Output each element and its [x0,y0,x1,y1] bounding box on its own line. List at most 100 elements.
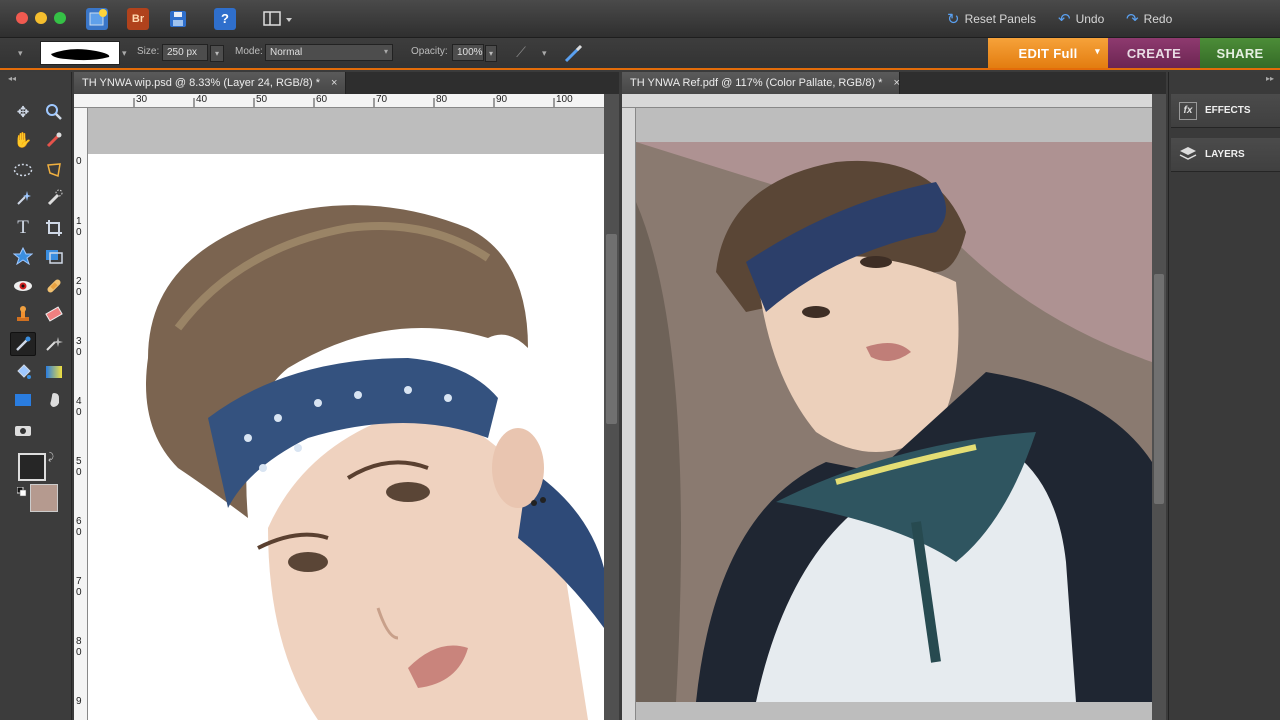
ruler-label: 7 0 [76,576,82,598]
workspace-layout-icon[interactable] [262,8,296,30]
create-tab[interactable]: CREATE [1108,38,1200,68]
paint-bucket-tool-icon[interactable] [10,360,36,384]
ruler-label: 100 [556,94,573,105]
mode-label: Mode: [235,46,263,57]
vertical-ruler [622,108,636,720]
chevron-down-icon: ▾ [383,47,388,56]
zoom-window-button[interactable] [54,12,66,24]
brush-settings-dropdown-icon[interactable]: ▾ [542,48,547,59]
tool-preset-icon[interactable]: ▾ [18,48,23,59]
camera-tool-icon[interactable] [10,418,36,442]
clone-stamp-tool-icon[interactable] [10,302,36,326]
ruler-label: 2 0 [76,276,82,298]
quick-selection-tool-icon[interactable] [41,186,67,210]
eraser-tool-icon[interactable] [41,302,67,326]
opacity-slider-icon[interactable]: ▾ [485,45,497,62]
foreground-color-swatch[interactable] [18,453,46,481]
cookie-cutter-tool-icon[interactable] [10,244,36,268]
close-document-icon[interactable]: × [894,77,900,89]
close-document-icon[interactable]: × [331,77,337,89]
tablet-settings-icon[interactable] [560,43,586,65]
ruler-label: 80 [436,94,448,105]
collapse-toolbox-icon[interactable]: ◂◂ [8,74,16,83]
minimize-window-button[interactable] [35,12,47,24]
undo-button[interactable]: ↶ Undo [1058,10,1104,28]
background-color-swatch[interactable] [30,484,58,512]
vertical-scrollbar[interactable] [1152,94,1166,720]
ruler-label: 50 [256,94,268,105]
ruler-label: 4 0 [76,396,82,418]
smudge-tool-icon[interactable] [41,388,67,412]
marquee-tool-icon[interactable] [10,158,36,182]
reset-icon: ↻ [947,11,960,28]
edit-full-tab[interactable]: EDIT Full ▾ [988,38,1108,68]
reset-panels-label: Reset Panels [964,12,1036,26]
document-title: TH YNWA Ref.pdf @ 117% (Color Pallate, R… [630,77,883,89]
tool-options-bar: ▾ ▾ Size: 250 px ▾ Mode: Normal ▾ Opacit… [0,38,1280,70]
redo-button[interactable]: ↷ Redo [1126,10,1172,28]
ruler-label: 60 [316,94,328,105]
document-tab-wip[interactable]: TH YNWA wip.psd @ 8.33% (Layer 24, RGB/8… [74,72,347,94]
document-tab-reference[interactable]: TH YNWA Ref.pdf @ 117% (Color Pallate, R… [622,72,900,94]
mode-select[interactable]: Normal ▾ [265,44,393,61]
spot-healing-tool-icon[interactable] [41,274,67,298]
ruler-label: 5 0 [76,456,82,478]
horizontal-ruler: 30 40 50 60 70 80 90 100 [74,94,604,108]
ruler-label: 0 [76,156,82,167]
airbrush-icon[interactable]: ⟋ [509,44,533,64]
type-tool-icon[interactable]: T [10,216,36,240]
eyedropper-tool-icon[interactable] [41,128,67,152]
effects-panel-button[interactable]: fx EFFECTS [1171,94,1280,128]
save-icon[interactable] [167,8,189,30]
smart-brush-tool-icon[interactable] [41,332,67,356]
size-slider-icon[interactable]: ▾ [210,45,224,62]
collapse-panels-icon[interactable]: ▸▸ [1266,74,1274,83]
document-window-wip: TH YNWA wip.psd @ 8.33% (Layer 24, RGB/8… [74,72,619,720]
new-file-icon[interactable] [86,8,108,30]
panel-bin: ▸▸ fx EFFECTS LAYERS [1168,72,1280,720]
brush-dropdown-icon[interactable]: ▾ [122,48,127,59]
ruler-label: 9 [76,696,82,707]
lasso-tool-icon[interactable] [41,158,67,182]
bridge-icon[interactable]: Br [127,8,149,30]
layers-label: LAYERS [1205,149,1245,160]
toolbox: ◂◂ ✥ ✋ T ⤸ [0,72,72,720]
recompose-tool-icon[interactable] [41,244,67,268]
ruler-ticks [133,98,555,107]
horizontal-ruler [622,94,1152,108]
redo-label: Redo [1143,12,1173,26]
ruler-label: 70 [376,94,388,105]
reference-photo [636,142,1152,702]
swap-colors-icon[interactable]: ⤸ [48,452,54,463]
scrollbar-thumb[interactable] [1154,274,1164,504]
reset-panels-button[interactable]: ↻ Reset Panels [947,10,1036,28]
document-title: TH YNWA wip.psd @ 8.33% (Layer 24, RGB/8… [82,77,320,89]
zoom-tool-icon[interactable] [41,100,67,124]
close-window-button[interactable] [16,12,28,24]
opacity-label: Opacity: [411,46,448,57]
canvas-wip[interactable] [88,108,604,720]
move-tool-icon[interactable]: ✥ [10,100,36,124]
shape-tool-icon[interactable] [10,388,36,412]
brush-preview[interactable] [40,41,120,65]
hand-tool-icon[interactable]: ✋ [10,128,36,152]
red-eye-tool-icon[interactable] [10,274,36,298]
magic-wand-tool-icon[interactable] [10,186,36,210]
brush-tool-icon[interactable] [10,332,36,356]
opacity-field[interactable]: 100% [452,44,484,61]
ruler-label: 6 0 [76,516,82,538]
share-tab[interactable]: SHARE [1200,38,1280,68]
crop-tool-icon[interactable] [41,216,67,240]
default-colors-icon[interactable] [16,484,27,502]
layers-panel-button[interactable]: LAYERS [1171,138,1280,172]
canvas-reference[interactable] [636,108,1152,720]
application-bar: Br ? ↻ Reset Panels ↶ Undo ↷ Redo [0,0,1280,38]
redo-icon: ↷ [1126,11,1139,28]
size-field[interactable]: 250 px [162,44,208,61]
vertical-scrollbar[interactable] [604,94,619,720]
scrollbar-thumb[interactable] [606,234,617,424]
vertical-ruler: 0 1 0 2 0 3 0 4 0 5 0 6 0 7 0 8 0 9 [74,108,88,720]
help-icon[interactable]: ? [214,8,236,30]
gradient-tool-icon[interactable] [41,360,67,384]
edit-full-label: EDIT Full [1018,45,1078,61]
